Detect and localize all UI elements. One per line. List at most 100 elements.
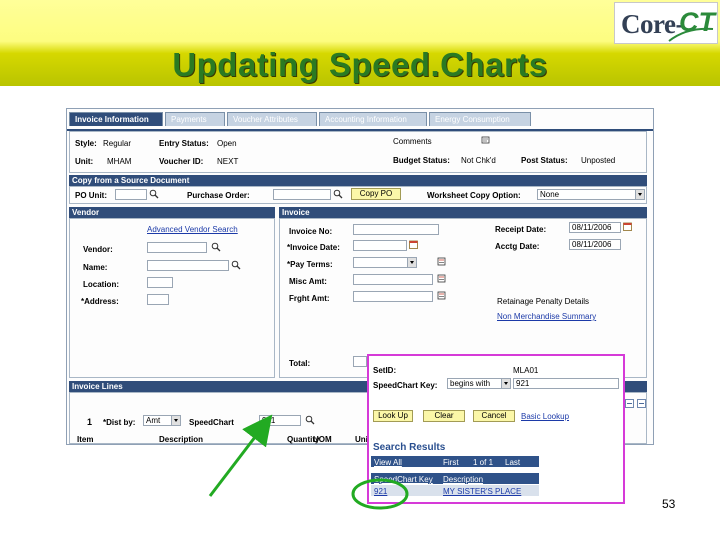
misc-amt-detail-icon[interactable] — [437, 274, 446, 283]
core-ct-logo: Core- CT — [614, 2, 718, 44]
nav-last[interactable]: Last — [505, 458, 520, 467]
column-description: Description — [159, 435, 204, 444]
pay-terms-detail-icon[interactable] — [437, 257, 446, 266]
invoice-no-input[interactable] — [353, 224, 439, 235]
unit-label: Unit: — [75, 157, 94, 166]
vendor-input[interactable] — [147, 242, 207, 253]
total-input[interactable] — [353, 356, 367, 367]
tab-energy-consumption[interactable]: Energy Consumption — [429, 112, 531, 126]
chevron-down-icon[interactable] — [407, 258, 416, 267]
entry-status-label: Entry Status: — [159, 139, 209, 148]
pay-terms-select[interactable] — [353, 257, 417, 268]
comments-icon[interactable] — [481, 136, 490, 145]
speedchart-label: SpeedChart — [189, 418, 234, 427]
tab-payments[interactable]: Payments — [165, 112, 225, 126]
misc-amt-input[interactable] — [353, 274, 433, 285]
po-unit-input[interactable] — [115, 189, 147, 200]
speedchart-key-value: 921 — [516, 379, 530, 388]
budget-status-label: Budget Status: — [393, 156, 450, 165]
dist-by-select[interactable]: Amt — [143, 415, 181, 426]
chevron-down-icon[interactable] — [501, 379, 510, 388]
search-results-title: Search Results — [373, 442, 446, 453]
invoice-line-number: 1 — [87, 417, 93, 427]
cancel-button[interactable]: Cancel — [473, 410, 515, 422]
invoice-date-input[interactable] — [353, 240, 407, 251]
name-label: Name: — [83, 263, 108, 272]
location-input[interactable] — [147, 277, 173, 288]
nav-first[interactable]: First — [443, 458, 459, 467]
chevron-down-icon[interactable] — [635, 190, 644, 199]
view-all-link[interactable]: View All — [374, 458, 402, 467]
frght-amt-detail-icon[interactable] — [437, 291, 446, 300]
speedchart-key-label: SpeedChart Key: — [373, 381, 438, 390]
vendor-section-title: Vendor — [69, 207, 275, 218]
total-label: Total: — [289, 359, 311, 368]
tab-accounting-information[interactable]: Accounting Information — [319, 112, 427, 126]
speedchart-lookup-popup: SetID: MLA01 SpeedChart Key: begins with… — [367, 354, 625, 504]
purchase-order-input[interactable] — [273, 189, 331, 200]
collapse-row-icon[interactable] — [637, 399, 646, 408]
purchase-order-lookup-icon[interactable] — [333, 189, 343, 199]
voucher-header-panel — [69, 131, 647, 173]
nav-range: 1 of 1 — [473, 458, 494, 467]
clear-button[interactable]: Clear — [423, 410, 465, 422]
frght-amt-input[interactable] — [353, 291, 433, 302]
search-operator-value: begins with — [450, 379, 491, 388]
non-merchandise-summary-link[interactable]: Non Merchandise Summary — [497, 312, 596, 321]
receipt-date-value: 08/11/2006 — [572, 223, 612, 232]
calendar-icon[interactable] — [623, 222, 632, 231]
invoice-no-label: Invoice No: — [289, 227, 333, 236]
slide-title: Updating Speed.Charts — [172, 46, 548, 83]
basic-lookup-link[interactable]: Basic Lookup — [521, 412, 569, 421]
post-status-value: Unposted — [581, 156, 616, 165]
search-operator-select[interactable]: begins with — [447, 378, 511, 389]
receipt-date-input[interactable]: 08/11/2006 — [569, 222, 621, 233]
budget-status-value: Not Chk'd — [461, 156, 496, 165]
tab-strip: Invoice Information Payments Voucher Att… — [67, 112, 653, 131]
collapse-row-icon[interactable] — [625, 399, 634, 408]
result-description[interactable]: MY SISTER'S PLACE — [443, 487, 521, 496]
speedchart-key-input[interactable]: 921 — [513, 378, 619, 389]
receipt-date-label: Receipt Date: — [495, 225, 547, 234]
column-description[interactable]: Description — [443, 475, 483, 484]
speedchart-value: 921 — [262, 416, 276, 425]
advanced-vendor-search-link[interactable]: Advanced Vendor Search — [147, 225, 238, 234]
dist-by-value: Amt — [146, 416, 161, 425]
copy-source-section-title: Copy from a Source Document — [69, 175, 647, 186]
look-up-button[interactable]: Look Up — [373, 410, 413, 422]
acctg-date-input[interactable]: 08/11/2006 — [569, 239, 621, 250]
speedchart-input[interactable]: 921 — [259, 415, 301, 426]
vendor-lookup-icon[interactable] — [211, 242, 221, 252]
po-unit-label: PO Unit: — [75, 191, 107, 200]
calendar-icon[interactable] — [409, 240, 418, 249]
name-lookup-icon[interactable] — [231, 260, 241, 270]
worksheet-copy-option-select[interactable]: None — [537, 189, 645, 200]
page-number: 53 — [662, 497, 676, 511]
invoice-date-label: *Invoice Date: — [287, 243, 340, 252]
misc-amt-label: Misc Amt: — [289, 277, 327, 286]
column-speedchart-key[interactable]: SpeedChart Key — [374, 475, 433, 484]
post-status-label: Post Status: — [521, 156, 568, 165]
chevron-down-icon[interactable] — [171, 416, 180, 425]
location-label: Location: — [83, 280, 119, 289]
address-input[interactable] — [147, 294, 169, 305]
column-uom: UOM — [313, 435, 332, 444]
speedchart-lookup-icon[interactable] — [305, 415, 315, 425]
tab-voucher-attributes[interactable]: Voucher Attributes — [227, 112, 317, 126]
po-unit-lookup-icon[interactable] — [149, 189, 159, 199]
comments-label: Comments — [393, 137, 432, 146]
copy-po-button[interactable]: Copy PO — [351, 188, 401, 200]
tab-invoice-information[interactable]: Invoice Information — [69, 112, 163, 126]
style-value: Regular — [103, 139, 132, 148]
result-speedchart-key[interactable]: 921 — [374, 487, 387, 496]
logo-swoosh-icon — [668, 27, 714, 42]
column-item: Item — [77, 435, 94, 444]
dist-by-label: *Dist by: — [103, 418, 136, 427]
vendor-label: Vendor: — [83, 245, 113, 254]
pay-terms-label: *Pay Terms: — [287, 260, 333, 269]
voucher-id-label: Voucher ID: — [159, 157, 204, 166]
worksheet-copy-option-value: None — [540, 190, 560, 199]
retainage-penalty-details: Retainage Penalty Details — [497, 297, 590, 306]
name-input[interactable] — [147, 260, 229, 271]
entry-status-value: Open — [217, 139, 237, 148]
